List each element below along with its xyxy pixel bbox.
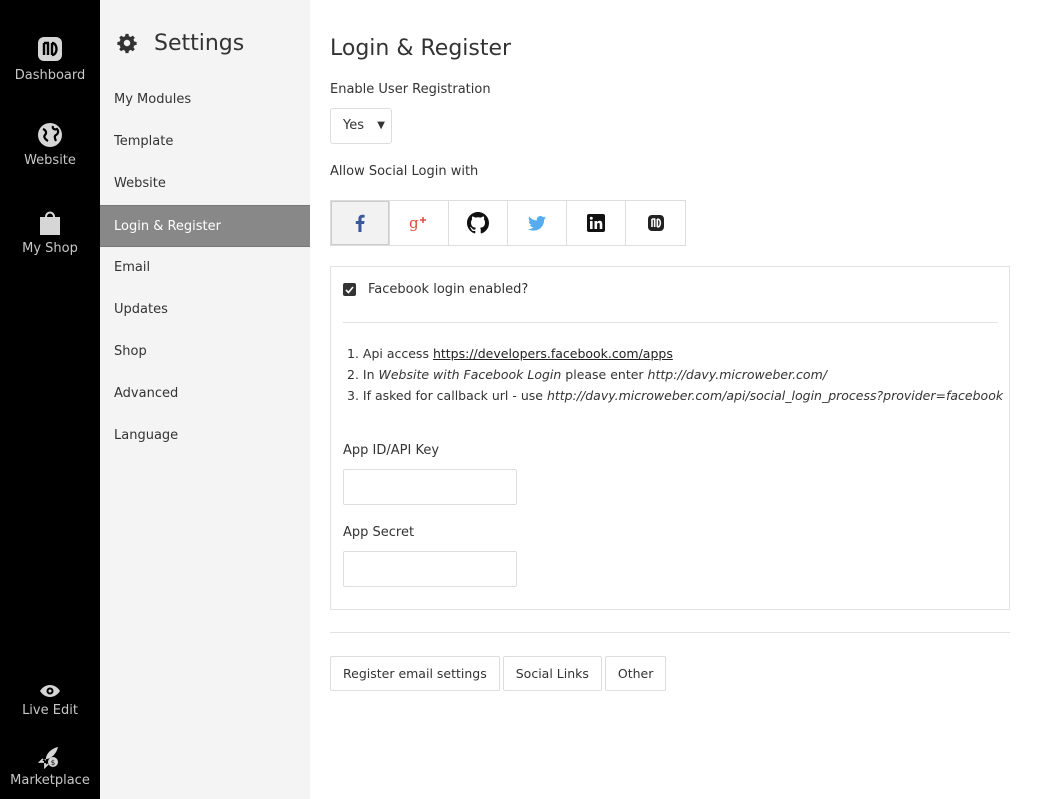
sidebar-item-login-register[interactable]: Login & Register xyxy=(100,205,310,247)
nav-live-edit-label: Live Edit xyxy=(22,703,78,718)
tab-linkedin[interactable] xyxy=(567,201,626,245)
svg-text:$: $ xyxy=(51,759,55,767)
rocket-icon: $ xyxy=(38,747,58,769)
enable-registration-select[interactable]: Yes ▼ xyxy=(330,108,392,144)
sidebar-item-language[interactable]: Language xyxy=(100,415,310,457)
other-button[interactable]: Other xyxy=(604,656,667,691)
caret-down-icon: ▼ xyxy=(377,120,385,131)
step3-text: 3. If asked for callback url - use xyxy=(347,388,547,403)
settings-tab-buttons: Register email settings Social Links Oth… xyxy=(330,656,669,691)
twitter-icon xyxy=(528,215,546,231)
linkedin-icon xyxy=(587,214,605,232)
enable-registration-value: Yes xyxy=(343,118,364,133)
nav-website-label: Website xyxy=(24,153,76,168)
microweber-logo-icon xyxy=(38,37,62,61)
shopping-bag-icon xyxy=(40,211,60,235)
app-id-label: App ID/API Key xyxy=(343,443,440,458)
step2-mid: please enter xyxy=(561,367,648,382)
nav-marketplace[interactable]: $ Marketplace xyxy=(0,745,100,788)
instruction-step-1: 1. Api access https://developers.faceboo… xyxy=(347,343,1003,364)
google-plus-icon: g xyxy=(409,215,426,231)
facebook-enabled-label: Facebook login enabled? xyxy=(368,282,529,297)
facebook-enabled-checkbox[interactable]: Facebook login enabled? xyxy=(343,282,528,297)
app-secret-label: App Secret xyxy=(343,525,415,540)
tab-twitter[interactable] xyxy=(508,201,567,245)
nav-marketplace-label: Marketplace xyxy=(10,773,90,788)
checkbox-checked-icon xyxy=(343,283,356,296)
step2-text: 2. In xyxy=(347,367,379,382)
app-id-input[interactable] xyxy=(343,469,517,505)
eye-icon xyxy=(40,685,60,697)
tab-google-plus[interactable]: g xyxy=(390,201,449,245)
instruction-step-3: 3. If asked for callback url - use http:… xyxy=(347,385,1003,406)
settings-header: Settings xyxy=(116,28,244,58)
page-title: Login & Register xyxy=(330,36,512,61)
sidebar-item-email[interactable]: Email xyxy=(100,247,310,289)
social-provider-tabs: g xyxy=(330,200,686,246)
site-url: http://davy.microweber.com/ xyxy=(647,367,827,382)
sidebar-item-my-modules[interactable]: My Modules xyxy=(100,79,310,121)
sidebar-item-advanced[interactable]: Advanced xyxy=(100,373,310,415)
nav-website[interactable]: Website xyxy=(0,121,100,168)
settings-sidebar: Settings My Modules Template Website Log… xyxy=(100,0,310,799)
step2-emphasis: Website with Facebook Login xyxy=(378,367,562,382)
main-nav-rail: Dashboard Website My Shop Live Edit $ Ma… xyxy=(0,0,100,799)
sidebar-item-template[interactable]: Template xyxy=(100,121,310,163)
social-login-label: Allow Social Login with xyxy=(330,164,479,179)
nav-my-shop-label: My Shop xyxy=(22,241,78,256)
divider xyxy=(343,322,998,323)
globe-icon xyxy=(38,123,62,147)
divider xyxy=(330,632,1010,633)
microweber-icon xyxy=(647,215,664,231)
settings-menu: My Modules Template Website Login & Regi… xyxy=(100,79,310,457)
facebook-settings-panel: Facebook login enabled? 1. Api access ht… xyxy=(330,266,1010,610)
tab-facebook[interactable] xyxy=(331,201,390,245)
setup-instructions: 1. Api access https://developers.faceboo… xyxy=(347,343,1003,406)
app-secret-input[interactable] xyxy=(343,551,517,587)
step1-text: 1. Api access xyxy=(347,346,433,361)
github-icon xyxy=(467,212,489,234)
tab-microweber[interactable] xyxy=(626,201,685,245)
sidebar-item-website[interactable]: Website xyxy=(100,163,310,205)
tab-github[interactable] xyxy=(449,201,508,245)
instruction-step-2: 2. In Website with Facebook Login please… xyxy=(347,364,1003,385)
nav-dashboard[interactable]: Dashboard xyxy=(0,34,100,83)
nav-my-shop[interactable]: My Shop xyxy=(0,209,100,256)
facebook-icon xyxy=(355,214,365,232)
nav-dashboard-label: Dashboard xyxy=(14,68,86,83)
sidebar-item-updates[interactable]: Updates xyxy=(100,289,310,331)
enable-registration-label: Enable User Registration xyxy=(330,82,491,97)
gear-icon xyxy=(117,33,137,54)
social-links-button[interactable]: Social Links xyxy=(502,656,602,691)
register-email-settings-button[interactable]: Register email settings xyxy=(330,656,500,691)
facebook-developers-link[interactable]: https://developers.facebook.com/apps xyxy=(433,346,673,361)
svg-text:g: g xyxy=(409,215,419,231)
nav-live-edit[interactable]: Live Edit xyxy=(0,683,100,718)
sidebar-item-shop[interactable]: Shop xyxy=(100,331,310,373)
callback-url: http://davy.microweber.com/api/social_lo… xyxy=(546,388,1004,403)
settings-title: Settings xyxy=(154,30,245,56)
